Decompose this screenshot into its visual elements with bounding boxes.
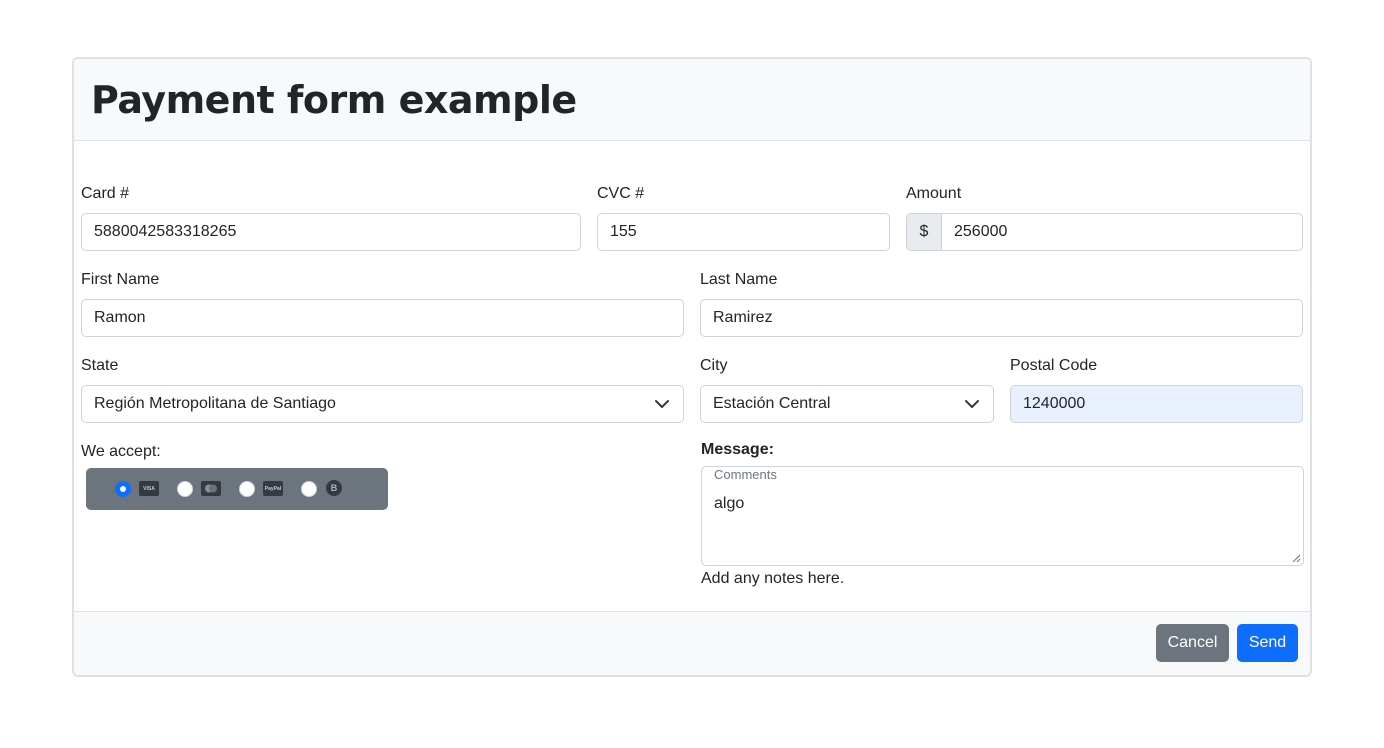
first-name-input[interactable]: Ramon xyxy=(81,299,684,337)
bitcoin-icon: B xyxy=(326,480,342,496)
mastercard-circles-icon xyxy=(205,484,217,493)
card-number-label: Card # xyxy=(81,185,130,202)
postal-code-input[interactable]: 1240000 xyxy=(1010,385,1303,423)
state-select[interactable]: Región Metropolitana de Santiago xyxy=(81,385,684,423)
currency-addon: $ xyxy=(906,213,941,251)
mastercard-radio[interactable] xyxy=(177,481,193,497)
visa-radio[interactable] xyxy=(115,481,131,497)
state-label: State xyxy=(81,357,119,374)
payment-form-card: Payment form example Card # 588004258331… xyxy=(72,57,1312,677)
amount-input[interactable]: 256000 xyxy=(941,213,1303,251)
first-name-label: First Name xyxy=(81,271,160,288)
resize-handle-icon[interactable] xyxy=(1292,554,1301,563)
city-label: City xyxy=(700,357,728,374)
mastercard-icon xyxy=(201,481,221,496)
comments-textarea[interactable]: Comments algo xyxy=(701,466,1304,566)
paypal-icon: PayPal xyxy=(263,481,283,496)
payment-method-group: VISA PayPal B xyxy=(86,468,388,510)
page-title: Payment form example xyxy=(91,78,577,122)
amount-input-group: $ 256000 xyxy=(906,213,1303,251)
card-footer: Cancel Send xyxy=(74,611,1310,675)
chevron-down-icon xyxy=(655,400,669,408)
visa-card-icon: VISA xyxy=(139,481,159,496)
state-select-value: Región Metropolitana de Santiago xyxy=(94,395,336,412)
chevron-down-icon xyxy=(965,400,979,408)
last-name-input[interactable]: Ramirez xyxy=(700,299,1303,337)
city-select[interactable]: Estación Central xyxy=(700,385,994,423)
postal-code-label: Postal Code xyxy=(1010,357,1098,374)
message-help-text: Add any notes here. xyxy=(701,570,845,587)
comments-floating-label: Comments xyxy=(714,467,777,482)
message-label: Message: xyxy=(701,441,774,458)
card-header: Payment form example xyxy=(74,59,1310,141)
accept-label: We accept: xyxy=(81,443,161,460)
city-select-value: Estación Central xyxy=(713,395,831,412)
cvc-label: CVC # xyxy=(597,185,645,202)
comments-value: algo xyxy=(714,495,745,512)
paypal-radio[interactable] xyxy=(239,481,255,497)
cvc-input[interactable]: 155 xyxy=(597,213,890,251)
amount-label: Amount xyxy=(906,185,962,202)
card-number-input[interactable]: 5880042583318265 xyxy=(81,213,581,251)
bitcoin-radio[interactable] xyxy=(301,481,317,497)
send-button[interactable]: Send xyxy=(1237,624,1298,662)
cancel-button[interactable]: Cancel xyxy=(1156,624,1229,662)
last-name-label: Last Name xyxy=(700,271,778,288)
